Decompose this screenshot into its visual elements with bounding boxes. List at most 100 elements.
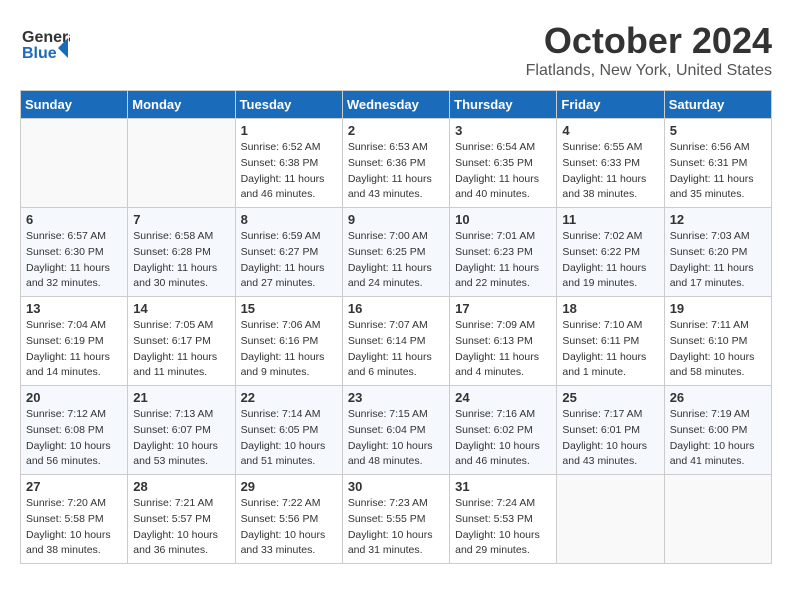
calendar-cell: 25 Sunrise: 7:17 AM Sunset: 6:01 PM Dayli…	[557, 386, 664, 475]
calendar-cell: 3Sunrise: 6:54 AM Sunset: 6:35 PM Daylig…	[450, 119, 557, 208]
title-section: October 2024 Flatlands, New York, United…	[526, 20, 772, 80]
day-info: Sunrise: 7:14 AM Sunset: 6:05 PM Dayligh…	[241, 407, 337, 470]
day-info: Sunrise: 7:05 AM Sunset: 6:17 PM Dayligh…	[133, 318, 229, 381]
day-number: 13	[26, 301, 122, 316]
calendar-cell: 6 Sunrise: 6:57 AM Sunset: 6:30 PM Daylig…	[21, 208, 128, 297]
day-number: 28	[133, 479, 229, 494]
day-number: 22	[241, 390, 337, 405]
logo: General Blue	[20, 20, 70, 70]
day-info: Sunrise: 6:53 AM Sunset: 6:36 PM Dayligh…	[348, 140, 444, 203]
calendar-cell: 31Sunrise: 7:24 AM Sunset: 5:53 PM Dayli…	[450, 475, 557, 564]
day-info: Sunrise: 7:24 AM Sunset: 5:53 PM Dayligh…	[455, 496, 551, 559]
calendar-week-5: 27Sunrise: 7:20 AM Sunset: 5:58 PM Dayli…	[21, 475, 772, 564]
weekday-header-friday: Friday	[557, 91, 664, 119]
day-info: Sunrise: 7:01 AM Sunset: 6:23 PM Dayligh…	[455, 229, 551, 292]
day-number: 26	[670, 390, 766, 405]
calendar-week-1: 1 Sunrise: 6:52 AM Sunset: 6:38 PM Daylig…	[21, 119, 772, 208]
day-info: Sunrise: 7:02 AM Sunset: 6:22 PM Dayligh…	[562, 229, 658, 292]
day-info: Sunrise: 7:23 AM Sunset: 5:55 PM Dayligh…	[348, 496, 444, 559]
day-info: Sunrise: 6:58 AM Sunset: 6:28 PM Dayligh…	[133, 229, 229, 292]
day-number: 11	[562, 212, 658, 227]
calendar-cell: 28 Sunrise: 7:21 AM Sunset: 5:57 PM Dayli…	[128, 475, 235, 564]
day-number: 5	[670, 123, 766, 138]
calendar-week-2: 6 Sunrise: 6:57 AM Sunset: 6:30 PM Daylig…	[21, 208, 772, 297]
day-number: 4	[562, 123, 658, 138]
calendar-cell: 7 Sunrise: 6:58 AM Sunset: 6:28 PM Daylig…	[128, 208, 235, 297]
calendar-cell: 16 Sunrise: 7:07 AM Sunset: 6:14 PM Dayli…	[342, 297, 449, 386]
weekday-header-wednesday: Wednesday	[342, 91, 449, 119]
calendar-cell: 18Sunrise: 7:10 AM Sunset: 6:11 PM Dayli…	[557, 297, 664, 386]
weekday-header-row: SundayMondayTuesdayWednesdayThursdayFrid…	[21, 91, 772, 119]
day-info: Sunrise: 7:00 AM Sunset: 6:25 PM Dayligh…	[348, 229, 444, 292]
day-number: 30	[348, 479, 444, 494]
calendar-cell	[664, 475, 771, 564]
day-info: Sunrise: 7:09 AM Sunset: 6:13 PM Dayligh…	[455, 318, 551, 381]
calendar-table: SundayMondayTuesdayWednesdayThursdayFrid…	[20, 90, 772, 564]
day-info: Sunrise: 7:11 AM Sunset: 6:10 PM Dayligh…	[670, 318, 766, 381]
day-number: 23	[348, 390, 444, 405]
day-number: 24	[455, 390, 551, 405]
day-number: 9	[348, 212, 444, 227]
weekday-header-tuesday: Tuesday	[235, 91, 342, 119]
day-number: 15	[241, 301, 337, 316]
day-info: Sunrise: 6:59 AM Sunset: 6:27 PM Dayligh…	[241, 229, 337, 292]
day-number: 29	[241, 479, 337, 494]
calendar-cell: 10 Sunrise: 7:01 AM Sunset: 6:23 PM Dayli…	[450, 208, 557, 297]
calendar-cell: 2Sunrise: 6:53 AM Sunset: 6:36 PM Daylig…	[342, 119, 449, 208]
day-info: Sunrise: 7:12 AM Sunset: 6:08 PM Dayligh…	[26, 407, 122, 470]
calendar-cell	[557, 475, 664, 564]
day-info: Sunrise: 7:15 AM Sunset: 6:04 PM Dayligh…	[348, 407, 444, 470]
month-title: October 2024	[526, 20, 772, 62]
calendar-cell: 22 Sunrise: 7:14 AM Sunset: 6:05 PM Dayli…	[235, 386, 342, 475]
location-title: Flatlands, New York, United States	[526, 62, 772, 80]
day-info: Sunrise: 7:13 AM Sunset: 6:07 PM Dayligh…	[133, 407, 229, 470]
day-info: Sunrise: 6:55 AM Sunset: 6:33 PM Dayligh…	[562, 140, 658, 203]
calendar-cell: 23 Sunrise: 7:15 AM Sunset: 6:04 PM Dayli…	[342, 386, 449, 475]
day-number: 1	[241, 123, 337, 138]
calendar-cell: 17 Sunrise: 7:09 AM Sunset: 6:13 PM Dayli…	[450, 297, 557, 386]
day-number: 20	[26, 390, 122, 405]
calendar-week-3: 13 Sunrise: 7:04 AM Sunset: 6:19 PM Dayli…	[21, 297, 772, 386]
weekday-header-sunday: Sunday	[21, 91, 128, 119]
day-number: 14	[133, 301, 229, 316]
day-number: 19	[670, 301, 766, 316]
day-info: Sunrise: 6:52 AM Sunset: 6:38 PM Dayligh…	[241, 140, 337, 203]
day-info: Sunrise: 7:17 AM Sunset: 6:01 PM Dayligh…	[562, 407, 658, 470]
calendar-cell: 30 Sunrise: 7:23 AM Sunset: 5:55 PM Dayli…	[342, 475, 449, 564]
day-info: Sunrise: 7:03 AM Sunset: 6:20 PM Dayligh…	[670, 229, 766, 292]
calendar-cell	[128, 119, 235, 208]
day-number: 7	[133, 212, 229, 227]
weekday-header-monday: Monday	[128, 91, 235, 119]
day-number: 10	[455, 212, 551, 227]
calendar-cell: 27Sunrise: 7:20 AM Sunset: 5:58 PM Dayli…	[21, 475, 128, 564]
calendar-cell: 26 Sunrise: 7:19 AM Sunset: 6:00 PM Dayli…	[664, 386, 771, 475]
page-header: General Blue October 2024 Flatlands, New…	[20, 20, 772, 80]
day-info: Sunrise: 7:22 AM Sunset: 5:56 PM Dayligh…	[241, 496, 337, 559]
day-info: Sunrise: 7:04 AM Sunset: 6:19 PM Dayligh…	[26, 318, 122, 381]
day-number: 17	[455, 301, 551, 316]
day-info: Sunrise: 6:56 AM Sunset: 6:31 PM Dayligh…	[670, 140, 766, 203]
day-number: 6	[26, 212, 122, 227]
svg-text:Blue: Blue	[22, 45, 57, 62]
day-number: 12	[670, 212, 766, 227]
day-number: 16	[348, 301, 444, 316]
calendar-cell: 14 Sunrise: 7:05 AM Sunset: 6:17 PM Dayli…	[128, 297, 235, 386]
calendar-week-4: 20 Sunrise: 7:12 AM Sunset: 6:08 PM Dayli…	[21, 386, 772, 475]
calendar-cell: 1 Sunrise: 6:52 AM Sunset: 6:38 PM Daylig…	[235, 119, 342, 208]
day-info: Sunrise: 7:16 AM Sunset: 6:02 PM Dayligh…	[455, 407, 551, 470]
calendar-cell: 9 Sunrise: 7:00 AM Sunset: 6:25 PM Daylig…	[342, 208, 449, 297]
calendar-cell	[21, 119, 128, 208]
logo-icon: General Blue	[20, 20, 70, 70]
day-number: 25	[562, 390, 658, 405]
day-info: Sunrise: 7:19 AM Sunset: 6:00 PM Dayligh…	[670, 407, 766, 470]
day-info: Sunrise: 7:06 AM Sunset: 6:16 PM Dayligh…	[241, 318, 337, 381]
day-info: Sunrise: 6:57 AM Sunset: 6:30 PM Dayligh…	[26, 229, 122, 292]
day-info: Sunrise: 6:54 AM Sunset: 6:35 PM Dayligh…	[455, 140, 551, 203]
calendar-cell: 11 Sunrise: 7:02 AM Sunset: 6:22 PM Dayli…	[557, 208, 664, 297]
calendar-cell: 15 Sunrise: 7:06 AM Sunset: 6:16 PM Dayli…	[235, 297, 342, 386]
day-info: Sunrise: 7:21 AM Sunset: 5:57 PM Dayligh…	[133, 496, 229, 559]
weekday-header-saturday: Saturday	[664, 91, 771, 119]
calendar-cell: 4 Sunrise: 6:55 AM Sunset: 6:33 PM Daylig…	[557, 119, 664, 208]
day-info: Sunrise: 7:07 AM Sunset: 6:14 PM Dayligh…	[348, 318, 444, 381]
calendar-cell: 8Sunrise: 6:59 AM Sunset: 6:27 PM Daylig…	[235, 208, 342, 297]
